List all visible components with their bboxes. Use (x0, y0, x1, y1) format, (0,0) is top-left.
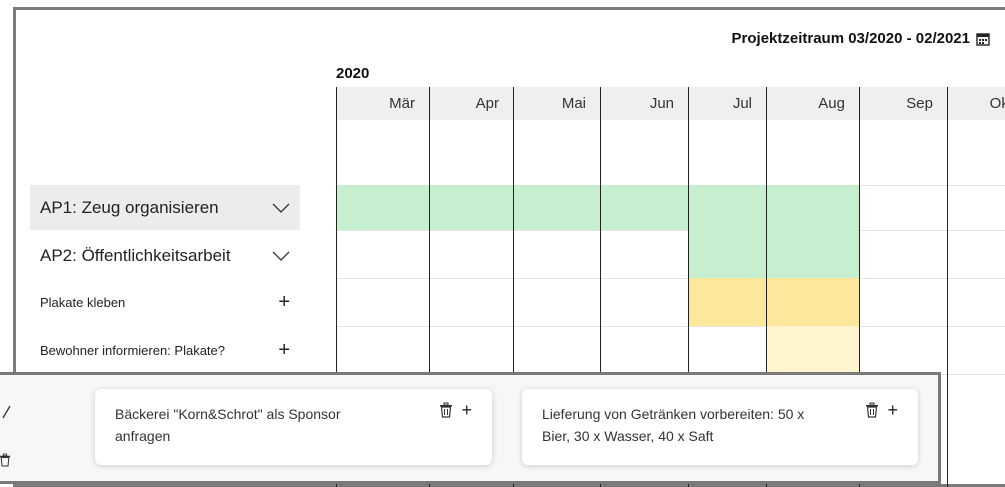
task-card-text: Bäckerei "Korn&Schrot" als Sponsor anfra… (115, 406, 341, 444)
bar-ap1[interactable] (336, 185, 859, 230)
task-card-panel: Bäckerei "Korn&Schrot" als Sponsor anfra… (0, 372, 941, 484)
task-card[interactable]: Lieferung von Getränken vorbereiten: 50 … (522, 389, 918, 465)
chevron-icon[interactable] (1, 405, 11, 419)
month-header-sep: Sep (859, 87, 947, 120)
row-bewohner-informieren-label: Bewohner informieren: Plakate? (40, 342, 225, 358)
bar-plakate-kleben[interactable] (688, 278, 859, 326)
add-icon[interactable]: + (278, 340, 290, 360)
row-divider (336, 230, 1005, 231)
month-header-jul: Jul (688, 87, 766, 120)
add-icon[interactable]: + (278, 292, 290, 312)
month-header-mar: Mär (336, 87, 429, 120)
month-header-aug: Aug (766, 87, 859, 120)
add-icon[interactable]: + (887, 401, 898, 419)
row-ap2[interactable]: AP2: Öffentlichkeitsarbeit (30, 233, 300, 278)
month-header-jun: Jun (600, 87, 688, 120)
add-icon[interactable]: + (461, 401, 472, 419)
month-divider (947, 87, 948, 487)
year-label: 2020 (336, 65, 370, 82)
row-plakate-kleben[interactable]: Plakate kleben + (30, 282, 300, 322)
trash-icon[interactable] (439, 402, 453, 418)
row-ap1-label: AP1: Zeug organisieren (40, 197, 219, 217)
row-bewohner-informieren[interactable]: Bewohner informieren: Plakate? + (30, 330, 300, 370)
trash-icon[interactable] (0, 453, 11, 467)
chevron-down-icon[interactable] (272, 203, 290, 213)
row-divider (336, 278, 1005, 279)
month-header-apr: Apr (429, 87, 513, 120)
project-period-label: Projektzeitraum 03/2020 - 02/2021 (731, 30, 970, 47)
chevron-down-icon[interactable] (272, 251, 290, 261)
task-card[interactable]: Bäckerei "Korn&Schrot" als Sponsor anfra… (95, 389, 492, 465)
trash-icon[interactable] (865, 402, 879, 418)
row-plakate-kleben-label: Plakate kleben (40, 294, 126, 310)
bar-ap2[interactable] (688, 230, 859, 278)
month-header-okt: Okt (947, 87, 1005, 120)
month-header-mai: Mai (513, 87, 600, 120)
project-period[interactable]: Projektzeitraum 03/2020 - 02/2021 (732, 30, 990, 47)
row-ap2-label: AP2: Öffentlichkeitsarbeit (40, 245, 231, 265)
calendar-icon[interactable] (976, 32, 990, 46)
row-divider (336, 326, 1005, 327)
row-ap1[interactable]: AP1: Zeug organisieren (30, 185, 300, 230)
task-card-text: Lieferung von Getränken vorbereiten: 50 … (542, 406, 805, 444)
